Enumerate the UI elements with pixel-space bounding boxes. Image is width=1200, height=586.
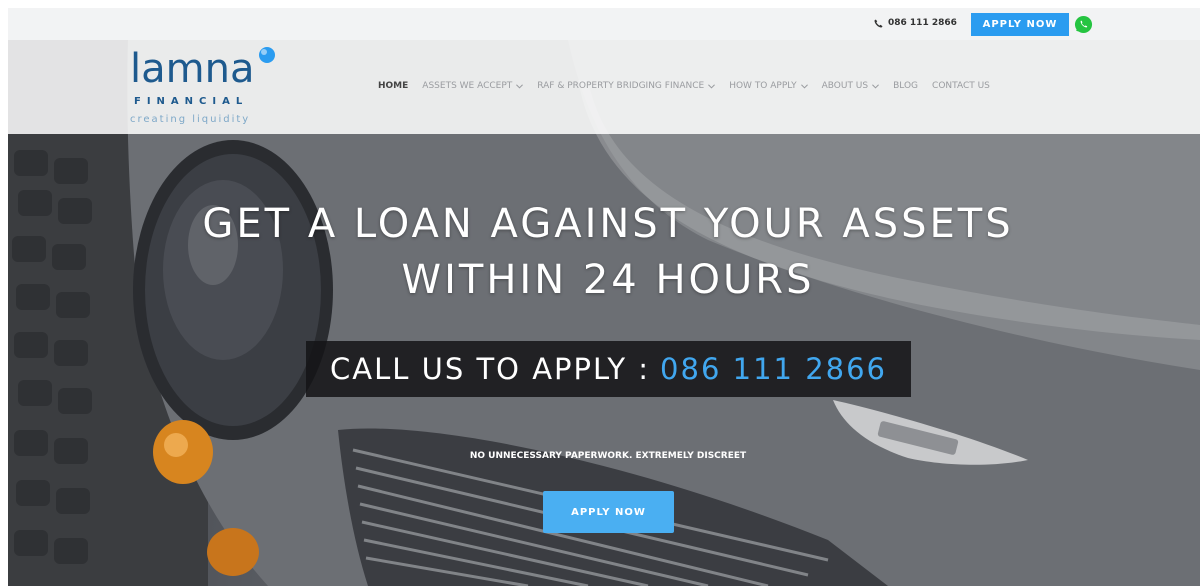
nav-item-label: RAF & PROPERTY BRIDGING FINANCE — [537, 81, 705, 91]
hero-headline: GET A LOAN AGAINST YOUR ASSETS WITHIN 24… — [0, 196, 1200, 308]
chevron-down-icon — [516, 83, 524, 89]
logo-dot-icon — [259, 47, 275, 63]
nav-item-about-us[interactable]: ABOUT US — [822, 81, 880, 91]
apply-now-top-button[interactable]: APPLY NOW — [971, 13, 1069, 36]
call-to-apply-banner: CALL US TO APPLY : 086 111 2866 — [306, 341, 911, 397]
logo[interactable]: lamna FINANCIAL creating liquidity — [128, 44, 288, 130]
nav-item-contact-us[interactable]: CONTACT US — [932, 81, 990, 91]
main-nav: HOME ASSETS WE ACCEPT RAF & PROPERTY BRI… — [378, 81, 1004, 91]
nav-item-assets-we-accept[interactable]: ASSETS WE ACCEPT — [422, 81, 524, 91]
nav-item-label: ABOUT US — [821, 81, 869, 91]
hero-headline-line2: WITHIN 24 HOURS — [401, 257, 815, 303]
nav-item-how-to-apply[interactable]: HOW TO APPLY — [729, 81, 808, 91]
logo-wordmark: lamna — [130, 46, 255, 92]
call-number-link[interactable]: 086 111 2866 — [660, 352, 887, 386]
nav-item-label: HOW TO APPLY — [729, 81, 797, 91]
top-utility-bar: 086 111 2866 APPLY NOW — [8, 8, 1200, 40]
top-phone[interactable]: 086 111 2866 — [874, 18, 957, 28]
top-phone-number: 086 111 2866 — [888, 18, 957, 28]
site-header: lamna FINANCIAL creating liquidity HOME … — [8, 40, 1200, 134]
logo-tagline: creating liquidity — [130, 114, 251, 125]
nav-item-label: ASSETS WE ACCEPT — [422, 81, 513, 91]
chevron-down-icon — [800, 83, 808, 89]
nav-item-raf-property-bridging[interactable]: RAF & PROPERTY BRIDGING FINANCE — [537, 81, 716, 91]
nav-item-label: CONTACT US — [932, 81, 990, 91]
nav-item-label: HOME — [378, 81, 409, 91]
logo-subtitle: FINANCIAL — [134, 96, 249, 107]
whatsapp-icon[interactable] — [1074, 15, 1093, 34]
nav-item-label: BLOG — [893, 81, 919, 91]
nav-item-home[interactable]: HOME — [378, 81, 408, 91]
nav-item-blog[interactable]: BLOG — [893, 81, 918, 91]
apply-now-hero-button[interactable]: APPLY NOW — [543, 491, 674, 533]
phone-icon — [874, 18, 883, 28]
call-label: CALL US TO APPLY : — [329, 352, 651, 386]
hero-tagline: NO UNNECESSARY PAPERWORK. EXTREMELY DISC… — [469, 451, 747, 461]
chevron-down-icon — [708, 83, 716, 89]
chevron-down-icon — [872, 83, 880, 89]
page: 086 111 2866 APPLY NOW lamna FINANCIAL c… — [0, 0, 1200, 586]
hero-headline-line1: GET A LOAN AGAINST YOUR ASSETS — [202, 201, 1014, 247]
